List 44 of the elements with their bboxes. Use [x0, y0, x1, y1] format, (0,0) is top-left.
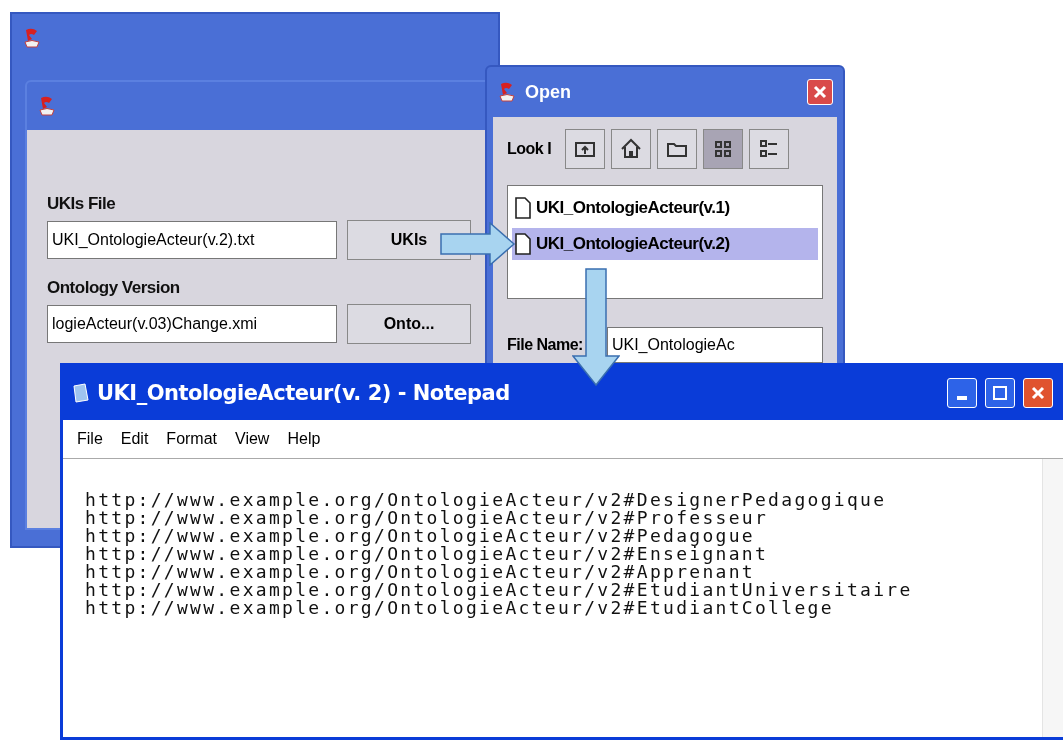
text-line: http://www.example.org/OntologieActeur/v2#DesignerPedagogique [85, 491, 888, 509]
field-label: UKIs File [47, 194, 117, 214]
toolbar-button[interactable] [703, 129, 743, 169]
document-entry[interactable]: UKI_OntologieActeur(v.1) [512, 192, 818, 224]
toolbar-button[interactable] [749, 129, 789, 169]
menu-item[interactable]: View [229, 428, 276, 450]
text-field[interactable]: UKI_OntologieActeur(v.2).txt [47, 221, 337, 259]
text-line: http://www.example.org/OntologieActeur/v2#EtudiantCollege [85, 599, 834, 617]
app-icon [37, 95, 57, 117]
text-line: http://www.example.org/OntologieActeur/v2#EtudiantUniversitaire [85, 581, 914, 599]
notepad-icon [73, 383, 89, 403]
file-icon [514, 232, 532, 256]
menu-item[interactable]: Format [160, 428, 224, 450]
toolbar-button[interactable] [657, 129, 697, 169]
file-name-label: File Name: [507, 336, 583, 354]
text-line: http://www.example.org/OntologieActeur/v2#Pedagogue [85, 527, 755, 545]
menu-item[interactable]: File [71, 428, 109, 450]
toolbar-button[interactable] [611, 129, 651, 169]
app-icon [497, 81, 517, 103]
toolbar-button[interactable] [565, 129, 605, 169]
window-title: Open [525, 81, 572, 103]
app-icon [22, 27, 42, 49]
file-icon [514, 196, 532, 220]
text-line: http://www.example.org/OntologieActeur/v2#Professeur [85, 509, 769, 527]
close-button[interactable] [1023, 378, 1053, 408]
scrollbar[interactable] [1042, 459, 1063, 737]
text-line: http://www.example.org/OntologieActeur/v2#Enseignant [85, 545, 770, 563]
maximize-icon [992, 385, 1008, 401]
field-label: Ontology Version [47, 278, 181, 298]
minimize-button[interactable] [947, 378, 977, 408]
text-line: http://www.example.org/OntologieActeur/v2#Apprenant [85, 563, 755, 581]
window-title: UKI_OntologieActeur(v. 2) - Notepad [97, 381, 511, 405]
menu-item[interactable]: Help [281, 428, 327, 450]
browse-button[interactable]: Onto... [347, 304, 471, 344]
menu-item[interactable]: Edit [114, 428, 155, 450]
text-field[interactable]: logieActeur(v.03)Change.xmi [47, 305, 337, 343]
minimize-icon [957, 396, 967, 400]
look-in-label: Look I [507, 140, 553, 158]
close-icon [812, 84, 828, 100]
close-icon [1030, 385, 1046, 401]
file-name-field[interactable]: UKI_OntologieAc [606, 327, 823, 363]
close-button[interactable] [807, 79, 833, 105]
document-entry[interactable]: UKI_OntologieActeur(v.2) [512, 228, 818, 260]
maximize-button[interactable] [985, 378, 1015, 408]
